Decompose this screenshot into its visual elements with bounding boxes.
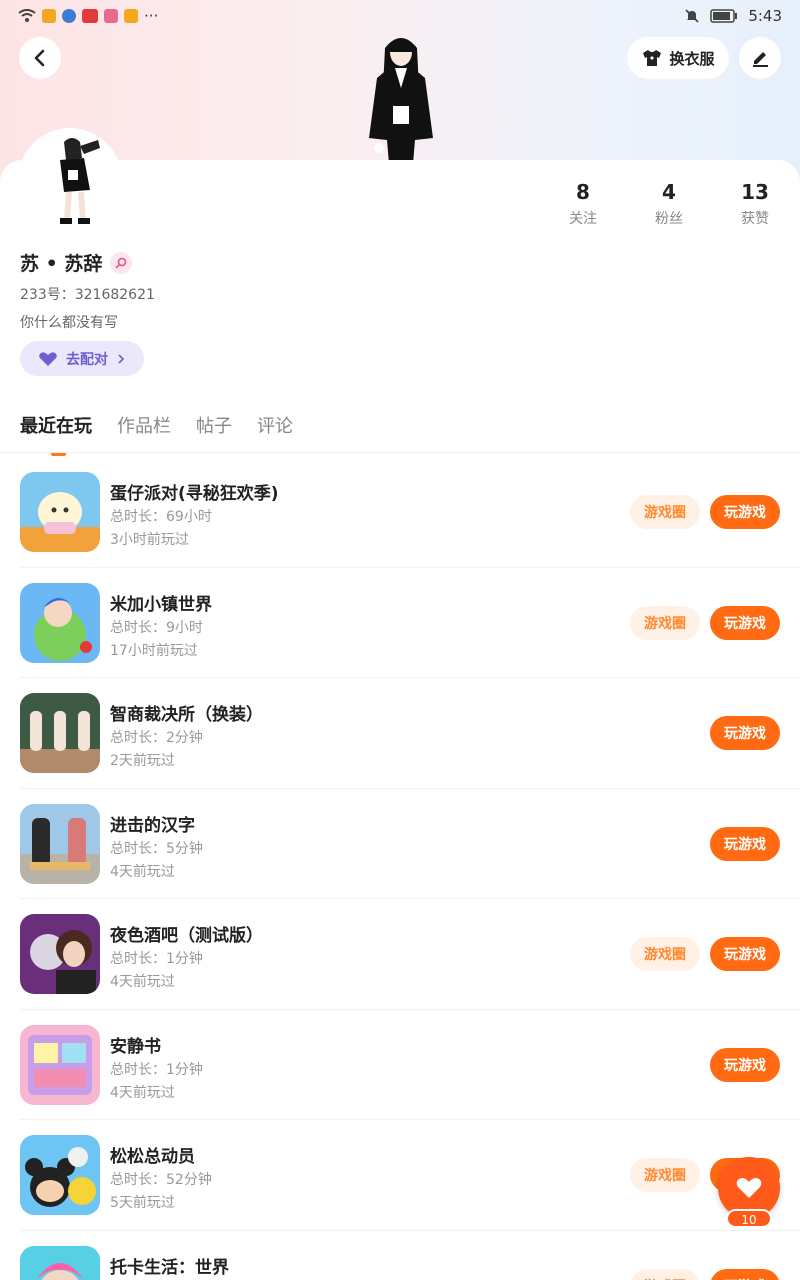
tsum-tsum-icon[interactable] bbox=[20, 1135, 100, 1215]
game-last-played: 2天前玩过 bbox=[110, 753, 175, 769]
heart-icon bbox=[39, 351, 57, 366]
match-button[interactable]: 去配对 bbox=[20, 341, 144, 376]
wifi-icon bbox=[18, 9, 36, 22]
stat-label: 获赞 bbox=[741, 211, 769, 227]
female-gender-icon bbox=[110, 251, 133, 274]
game-duration: 总时长：1分钟 bbox=[110, 1061, 203, 1078]
game-title: 智商裁决所（换装） bbox=[110, 705, 263, 725]
game-last-played: 3小时前玩过 bbox=[110, 532, 189, 548]
user-bio: 你什么都没有写 bbox=[20, 315, 118, 331]
game-title: 蛋仔派对(寻秘狂欢季) bbox=[110, 484, 279, 504]
chevron-left-icon bbox=[34, 49, 45, 67]
game-row[interactable]: 蛋仔派对(寻秘狂欢季) 总时长：69小时 3小时前玩过 游戏圈 玩游戏 bbox=[0, 457, 800, 568]
play-game-button[interactable]: 玩游戏 bbox=[710, 1047, 780, 1082]
game-row[interactable]: 进击的汉字 总时长：5分钟 4天前玩过 玩游戏 bbox=[0, 789, 800, 900]
app-icon bbox=[62, 9, 76, 23]
game-duration: 总时长：52分钟 bbox=[110, 1172, 212, 1188]
game-row[interactable]: 托卡生活：世界 游戏圈 玩游戏 bbox=[0, 1231, 800, 1280]
match-label: 去配对 bbox=[66, 351, 108, 368]
game-title: 安静书 bbox=[110, 1036, 161, 1057]
game-last-played: 4天前玩过 bbox=[110, 1084, 175, 1101]
hanzi-icon[interactable] bbox=[20, 803, 100, 884]
play-game-button[interactable]: 玩游戏 bbox=[710, 937, 780, 971]
game-circle-button[interactable]: 游戏圈 bbox=[630, 605, 700, 640]
game-title: 米加小镇世界 bbox=[110, 594, 212, 615]
game-circle-button[interactable]: 游戏圈 bbox=[630, 1268, 700, 1280]
play-game-button[interactable]: 玩游戏 bbox=[710, 495, 780, 529]
like-count-badge: 10 bbox=[726, 1209, 772, 1228]
change-outfit-button[interactable]: 换衣服 bbox=[627, 37, 729, 79]
game-duration: 总时长：1分钟 bbox=[110, 951, 203, 967]
game-title: 松松总动员 bbox=[110, 1147, 195, 1167]
avatar-figure-icon bbox=[20, 130, 120, 230]
name-row: 苏 • 苏辞 bbox=[20, 249, 133, 276]
chevron-right-icon bbox=[118, 353, 125, 364]
avatar-full-figure[interactable] bbox=[355, 28, 447, 164]
clock: 5:43 bbox=[748, 7, 782, 25]
heart-icon bbox=[736, 1178, 762, 1198]
game-duration: 总时长：5分钟 bbox=[110, 840, 203, 857]
game-row[interactable]: 智商裁决所（换装） 总时长：2分钟 2天前玩过 玩游戏 bbox=[0, 678, 800, 789]
play-game-button[interactable]: 玩游戏 bbox=[710, 826, 780, 861]
game-row[interactable]: 安静书 总时长：1分钟 4天前玩过 玩游戏 bbox=[0, 1010, 800, 1121]
avatar[interactable] bbox=[20, 130, 120, 230]
play-game-button[interactable]: 玩游戏 bbox=[710, 605, 780, 640]
game-last-played: 4天前玩过 bbox=[110, 974, 175, 990]
back-button[interactable] bbox=[19, 37, 61, 79]
game-list: 蛋仔派对(寻秘狂欢季) 总时长：69小时 3小时前玩过 游戏圈 玩游戏 米加小镇… bbox=[0, 457, 800, 1280]
tab-works[interactable]: 作品栏 bbox=[117, 412, 171, 438]
egg-party-icon[interactable] bbox=[20, 472, 100, 552]
user-id: 233号：321682621 bbox=[20, 287, 155, 303]
shirt-icon bbox=[643, 50, 662, 66]
game-title: 进击的汉字 bbox=[110, 815, 195, 836]
user-name: 苏 • 苏辞 bbox=[20, 253, 103, 275]
game-row[interactable]: 米加小镇世界 总时长：9小时 17小时前玩过 游戏圈 玩游戏 bbox=[0, 568, 800, 679]
stat-number: 4 bbox=[662, 180, 676, 204]
miga-town-icon[interactable] bbox=[20, 582, 100, 663]
game-circle-button[interactable]: 游戏圈 bbox=[630, 495, 700, 529]
app-icon bbox=[82, 9, 98, 23]
game-duration: 总时长：69小时 bbox=[110, 509, 212, 525]
mute-bell-icon bbox=[685, 9, 699, 23]
tab-recently-played[interactable]: 最近在玩 bbox=[20, 412, 92, 456]
edit-profile-button[interactable] bbox=[739, 37, 781, 79]
game-last-played: 17小时前玩过 bbox=[110, 642, 198, 659]
tab-posts[interactable]: 帖子 bbox=[196, 412, 232, 438]
change-outfit-label: 换衣服 bbox=[669, 49, 715, 68]
game-circle-button[interactable]: 游戏圈 bbox=[630, 937, 700, 971]
game-last-played: 4天前玩过 bbox=[110, 863, 175, 880]
quiet-book-icon[interactable] bbox=[20, 1024, 100, 1105]
more-notifications: ··· bbox=[144, 7, 159, 25]
battery-icon bbox=[710, 9, 738, 23]
stat-fans[interactable]: 4 粉丝 bbox=[626, 180, 712, 228]
play-game-button[interactable]: 玩游戏 bbox=[710, 1268, 780, 1280]
edit-pencil-icon bbox=[753, 52, 768, 67]
stat-following[interactable]: 8 关注 bbox=[540, 180, 626, 228]
game-row[interactable]: 松松总动员 总时长：52分钟 5天前玩过 游戏圈 玩游戏 bbox=[0, 1120, 800, 1231]
game-row[interactable]: 夜色酒吧（测试版） 总时长：1分钟 4天前玩过 游戏圈 玩游戏 bbox=[0, 899, 800, 1010]
iq-court-icon[interactable] bbox=[20, 693, 100, 773]
stat-label: 粉丝 bbox=[655, 211, 683, 227]
stat-number: 13 bbox=[741, 180, 769, 204]
game-title: 托卡生活：世界 bbox=[110, 1257, 229, 1278]
game-title: 夜色酒吧（测试版） bbox=[110, 926, 263, 946]
game-duration: 总时长：2分钟 bbox=[110, 730, 203, 746]
toca-life-icon[interactable] bbox=[20, 1245, 100, 1280]
game-duration: 总时长：9小时 bbox=[110, 619, 203, 636]
stat-likes[interactable]: 13 获赞 bbox=[712, 180, 798, 228]
game-circle-button[interactable]: 游戏圈 bbox=[630, 1158, 700, 1192]
night-bar-icon[interactable] bbox=[20, 914, 100, 994]
game-last-played: 5天前玩过 bbox=[110, 1195, 175, 1211]
stat-number: 8 bbox=[576, 180, 590, 204]
stat-label: 关注 bbox=[569, 211, 597, 227]
weibo-icon bbox=[42, 9, 56, 23]
play-game-button[interactable]: 玩游戏 bbox=[710, 716, 780, 750]
stats-bar: 8 关注 4 粉丝 13 获赞 bbox=[540, 180, 800, 228]
mail-icon bbox=[104, 9, 118, 23]
profile-tabs: 最近在玩 作品栏 帖子 评论 bbox=[20, 412, 293, 456]
weibo-icon bbox=[124, 9, 138, 23]
divider bbox=[0, 452, 800, 453]
tab-comments[interactable]: 评论 bbox=[257, 412, 293, 438]
